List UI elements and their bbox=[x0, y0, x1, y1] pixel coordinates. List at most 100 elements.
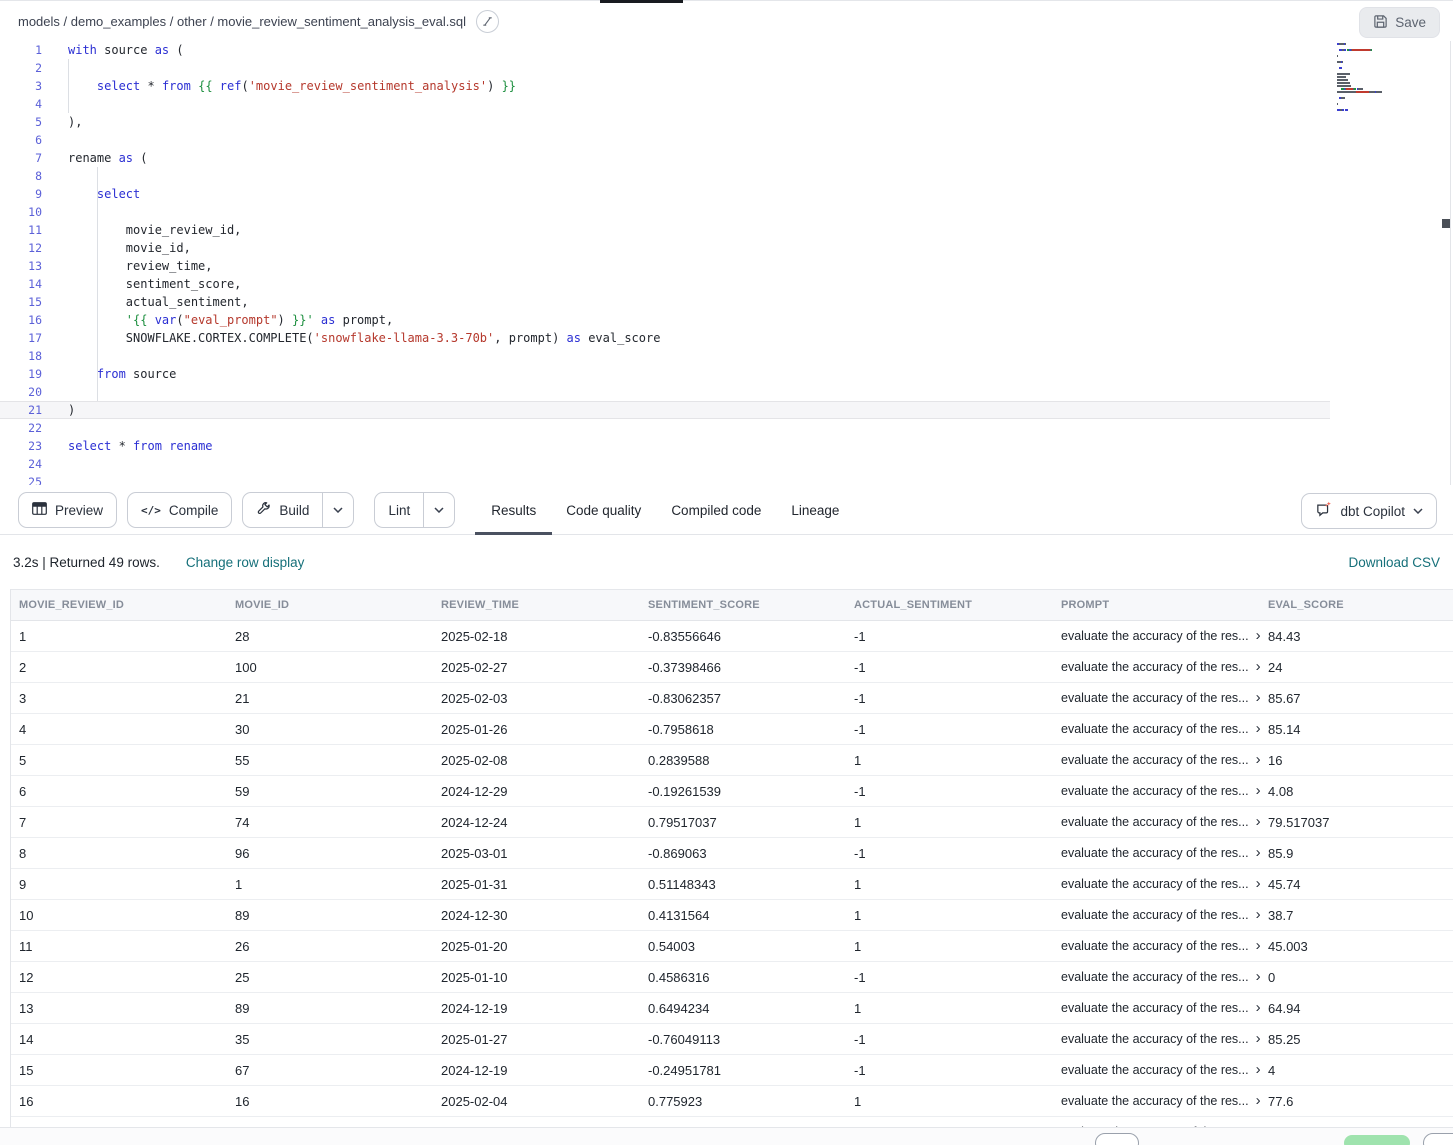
code-line[interactable]: 25 bbox=[0, 473, 1330, 485]
code-line[interactable]: 3 select * from {{ ref('movie_review_sen… bbox=[0, 77, 1330, 95]
cell-sentiment_score: -0.19261539 bbox=[640, 776, 846, 806]
code-line[interactable]: 14 sentiment_score, bbox=[0, 275, 1330, 293]
lint-dropdown-button[interactable] bbox=[424, 493, 454, 527]
cell-movie_review_id: 11 bbox=[11, 931, 227, 961]
tab-code-quality[interactable]: Code quality bbox=[566, 486, 641, 535]
expand-prompt-icon[interactable]: › bbox=[1256, 721, 1260, 736]
cell-actual_sentiment: 1 bbox=[846, 869, 1053, 899]
cell-movie_id: 21 bbox=[227, 683, 433, 713]
code-line[interactable]: 8 bbox=[0, 167, 1330, 185]
cell-eval_score: 0 bbox=[1260, 962, 1453, 992]
code-line[interactable]: 11 movie_review_id, bbox=[0, 221, 1330, 239]
code-line[interactable]: 23select * from rename bbox=[0, 437, 1330, 455]
cell-review_time: 2025-01-20 bbox=[433, 931, 640, 961]
cell-eval_score: 85.67 bbox=[1260, 683, 1453, 713]
cell-movie_id: 35 bbox=[227, 1024, 433, 1054]
expand-prompt-icon[interactable]: › bbox=[1256, 659, 1260, 674]
code-line[interactable]: 22 bbox=[0, 419, 1330, 437]
build-dropdown-button[interactable] bbox=[323, 493, 353, 527]
expand-prompt-icon[interactable]: › bbox=[1256, 969, 1260, 984]
code-line[interactable]: 16 '{{ var("eval_prompt") }}' as prompt, bbox=[0, 311, 1330, 329]
cell-review_time: 2025-02-03 bbox=[433, 683, 640, 713]
code-line[interactable]: 17 SNOWFLAKE.CORTEX.COMPLETE('snowflake-… bbox=[0, 329, 1330, 347]
code-line[interactable]: 1with source as ( bbox=[0, 41, 1330, 59]
cell-movie_id: 30 bbox=[227, 714, 433, 744]
cell-movie_review_id: 16 bbox=[11, 1086, 227, 1116]
expand-prompt-icon[interactable]: › bbox=[1256, 814, 1260, 829]
code-text: select * from {{ ref('movie_review_senti… bbox=[68, 77, 516, 95]
breadcrumb[interactable]: models / demo_examples / other / movie_r… bbox=[18, 1, 499, 41]
code-editor[interactable]: 1with source as (23 select * from {{ ref… bbox=[0, 41, 1453, 485]
preview-button[interactable]: Preview bbox=[18, 492, 117, 528]
expand-prompt-icon[interactable]: › bbox=[1256, 628, 1260, 643]
action-toolbar: Preview </> Compile Build bbox=[0, 486, 1453, 535]
code-line[interactable]: 4 bbox=[0, 95, 1330, 113]
save-button[interactable]: Save bbox=[1359, 7, 1440, 38]
cell-movie_review_id: 2 bbox=[11, 652, 227, 682]
editor-scrollbar-handle[interactable] bbox=[1442, 219, 1450, 228]
file-version-icon[interactable] bbox=[476, 10, 499, 33]
cell-movie_id: 74 bbox=[227, 807, 433, 837]
cell-actual_sentiment: -1 bbox=[846, 683, 1053, 713]
prompt-text: evaluate the accuracy of the res... bbox=[1061, 970, 1249, 984]
line-number: 3 bbox=[0, 77, 42, 95]
code-line[interactable]: 10 bbox=[0, 203, 1330, 221]
code-line[interactable]: 9 select bbox=[0, 185, 1330, 203]
cell-prompt: evaluate the accuracy of the res...› bbox=[1053, 714, 1260, 744]
cell-prompt: evaluate the accuracy of the res... › bbox=[1053, 962, 1260, 992]
expand-prompt-icon[interactable]: › bbox=[1256, 690, 1260, 705]
expand-prompt-icon[interactable]: › bbox=[1256, 845, 1260, 860]
expand-prompt-icon[interactable]: › bbox=[1256, 876, 1260, 891]
code-line[interactable]: 18 bbox=[0, 347, 1330, 365]
tab-results[interactable]: Results bbox=[491, 486, 536, 535]
cell-actual_sentiment: 1 bbox=[846, 900, 1053, 930]
line-number: 25 bbox=[0, 473, 42, 485]
cell-review_time: 2025-02-27 bbox=[433, 652, 640, 682]
results-table-header: MOVIE_REVIEW_IDMOVIE_IDREVIEW_TIMESENTIM… bbox=[11, 590, 1453, 621]
download-csv-link[interactable]: Download CSV bbox=[1348, 555, 1440, 570]
expand-prompt-icon[interactable]: › bbox=[1256, 752, 1260, 767]
partial-button[interactable] bbox=[1095, 1133, 1139, 1145]
code-line[interactable]: 7rename as ( bbox=[0, 149, 1330, 167]
code-line[interactable]: 19 from source bbox=[0, 365, 1330, 383]
cell-prompt: evaluate the accuracy of the res...› bbox=[1053, 993, 1260, 1023]
cell-sentiment_score: 0.6494234 bbox=[640, 993, 846, 1023]
cell-movie_id: 89 bbox=[227, 900, 433, 930]
build-button[interactable]: Build bbox=[243, 493, 322, 527]
tab-compiled-code[interactable]: Compiled code bbox=[671, 486, 761, 535]
expand-prompt-icon[interactable]: › bbox=[1256, 1062, 1260, 1077]
code-line[interactable]: 2 bbox=[0, 59, 1330, 77]
minimap[interactable] bbox=[1337, 43, 1441, 118]
code-line[interactable]: 12 movie_id, bbox=[0, 239, 1330, 257]
lint-button[interactable]: Lint bbox=[375, 493, 423, 527]
expand-prompt-icon[interactable]: › bbox=[1256, 938, 1260, 953]
expand-prompt-icon[interactable]: › bbox=[1256, 907, 1260, 922]
compile-button[interactable]: </> Compile bbox=[127, 492, 232, 528]
code-line[interactable]: 5), bbox=[0, 113, 1330, 131]
code-line[interactable]: 15 actual_sentiment, bbox=[0, 293, 1330, 311]
code-text: ), bbox=[68, 113, 82, 131]
editor-scrollbar-track[interactable] bbox=[1450, 41, 1451, 485]
expand-prompt-icon[interactable]: › bbox=[1256, 1093, 1260, 1108]
code-line[interactable]: 6 bbox=[0, 131, 1330, 149]
line-number: 9 bbox=[0, 185, 42, 203]
bottom-strip bbox=[0, 1127, 1453, 1145]
cell-movie_review_id: 14 bbox=[11, 1024, 227, 1054]
partial-button[interactable] bbox=[1423, 1133, 1453, 1145]
cell-movie_review_id: 7 bbox=[11, 807, 227, 837]
expand-prompt-icon[interactable]: › bbox=[1256, 1000, 1260, 1015]
expand-prompt-icon[interactable]: › bbox=[1256, 783, 1260, 798]
cell-prompt: evaluate the accuracy of the res...› bbox=[1053, 652, 1260, 682]
dbt-copilot-label: dbt Copilot bbox=[1340, 504, 1405, 519]
expand-prompt-icon[interactable]: › bbox=[1256, 1031, 1260, 1046]
tab-lineage[interactable]: Lineage bbox=[791, 486, 839, 535]
dbt-copilot-icon bbox=[1315, 501, 1332, 521]
cell-review_time: 2024-12-19 bbox=[433, 993, 640, 1023]
partial-green-badge[interactable] bbox=[1344, 1135, 1410, 1145]
code-line[interactable]: 20 bbox=[0, 383, 1330, 401]
code-line[interactable]: 21) bbox=[0, 401, 1330, 419]
code-line[interactable]: 24 bbox=[0, 455, 1330, 473]
change-row-display-link[interactable]: Change row display bbox=[186, 555, 305, 570]
code-line[interactable]: 13 review_time, bbox=[0, 257, 1330, 275]
dbt-copilot-button[interactable]: dbt Copilot bbox=[1301, 493, 1437, 529]
